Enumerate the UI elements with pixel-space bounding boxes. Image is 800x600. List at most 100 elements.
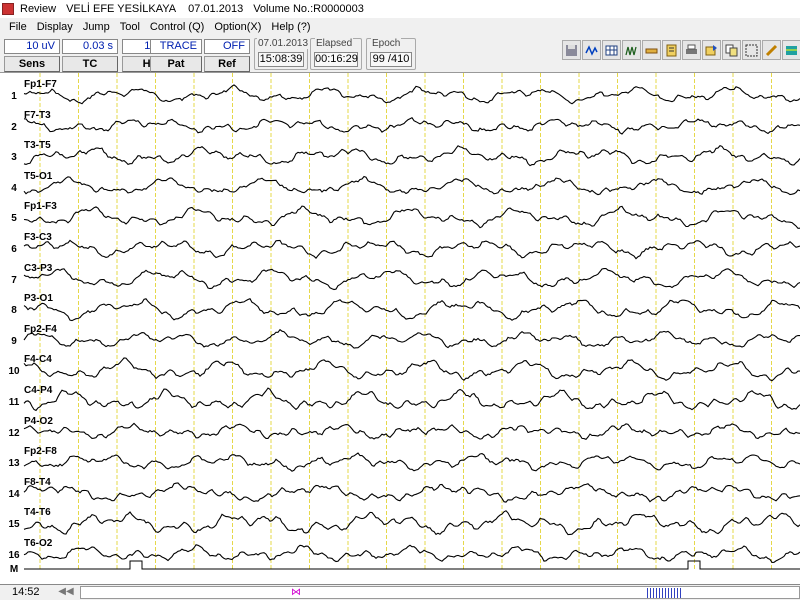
title-bar: Review VELİ EFE YESİLKAYA 07.01.2013 Vol…	[0, 0, 800, 18]
channel-number-15: 15	[8, 519, 20, 531]
eeg-trace-12	[23, 422, 800, 440]
notes-icon[interactable]	[662, 40, 681, 60]
menu-bar: File Display Jump Tool Control (Q) Optio…	[0, 18, 800, 35]
pat-button[interactable]: Pat	[150, 56, 202, 72]
marker-channel-line	[24, 560, 800, 570]
app-icon	[2, 3, 14, 15]
menu-jump[interactable]: Jump	[78, 21, 115, 33]
print-icon[interactable]	[682, 40, 701, 60]
spectrum-icon[interactable]	[782, 40, 800, 60]
pattern-value[interactable]: TRACE	[150, 39, 202, 54]
date-time-panel: 07.01.2013 15:08:39	[254, 38, 310, 70]
epoch-readout[interactable]: 99 /410	[370, 52, 412, 67]
menu-option[interactable]: Option(X)	[209, 21, 266, 33]
eeg-trace-2	[23, 116, 800, 135]
tc-button[interactable]: TC	[62, 56, 118, 72]
channel-label-8: P3-O1	[24, 293, 53, 305]
pattern-control: TRACE Pat	[150, 39, 202, 72]
channel-label-5: Fp1-F3	[24, 201, 57, 213]
channel-label-16: T6-O2	[24, 538, 53, 549]
channel-number-3: 3	[11, 152, 17, 164]
sensitivity-value[interactable]: 10 uV	[4, 39, 60, 54]
channel-number-12: 12	[8, 427, 20, 439]
page-time: 14:52	[12, 586, 40, 598]
eeg-traces-svg	[23, 73, 800, 570]
menu-help[interactable]: Help (?)	[266, 21, 315, 33]
channel-number-11: 11	[8, 397, 20, 408]
eeg-trace-4	[23, 175, 800, 196]
channel-label-7: C3-P3	[24, 262, 53, 274]
elapsed-label: Elapsed	[315, 38, 354, 49]
save-icon[interactable]	[562, 40, 581, 60]
menu-display[interactable]: Display	[32, 21, 78, 33]
channel-label-4: T5-O1	[24, 170, 53, 182]
menu-control[interactable]: Control (Q)	[145, 21, 209, 33]
grid-icon[interactable]	[602, 40, 621, 60]
epoch-panel: Epoch 99 /410	[366, 38, 416, 70]
channel-label-9: Fp2-F4	[24, 323, 57, 335]
eeg-trace-7	[23, 267, 800, 291]
eeg-trace-8	[23, 298, 800, 322]
time-constant-value[interactable]: 0.03 s	[62, 39, 118, 54]
eeg-trace-10	[23, 357, 800, 382]
channel-number-16: 16	[8, 550, 20, 561]
menu-file[interactable]: File	[4, 21, 32, 33]
menu-tool[interactable]: Tool	[115, 21, 145, 33]
status-bar: 14:52 ◀◀ ⋈	[0, 584, 800, 600]
eeg-trace-15	[23, 510, 800, 536]
date-label: 07.01.2013	[257, 38, 310, 49]
channel-number-9: 9	[11, 335, 17, 347]
channel-number-5: 5	[11, 213, 17, 225]
channel-number-14: 14	[8, 488, 20, 500]
eeg-trace-6	[23, 239, 800, 260]
channel-number-10: 10	[8, 366, 20, 378]
channel-label-2: F7-T3	[24, 109, 51, 121]
channel-label-13: Fp2-F8	[24, 446, 57, 458]
reference-value[interactable]: OFF	[204, 39, 250, 54]
ref-button[interactable]: Ref	[204, 56, 250, 72]
marker-channel-label: M	[9, 564, 19, 575]
channel-label-10: F4-C4	[24, 354, 52, 366]
elapsed-readout: 00:16:29	[314, 52, 358, 67]
eeg-trace-16	[23, 544, 800, 563]
elapsed-panel: Elapsed 00:16:29	[310, 38, 362, 70]
channel-label-3: T3-T5	[24, 140, 51, 152]
channel-label-12: P4-O2	[24, 415, 53, 427]
marker-icon[interactable]	[762, 40, 781, 60]
sensitivity-control: 10 uV Sens	[4, 39, 60, 72]
time-constant-control: 0.03 s TC	[62, 39, 118, 72]
channel-number-13: 13	[8, 458, 20, 470]
select-icon[interactable]	[742, 40, 761, 60]
channel-number-7: 7	[11, 274, 17, 286]
eeg-trace-5	[23, 205, 800, 229]
channel-label-15: T4-T6	[24, 507, 51, 519]
position-marker[interactable]: ⋈	[291, 588, 301, 598]
channel-label-11: C4-P4	[24, 385, 53, 396]
channel-number-2: 2	[11, 121, 17, 133]
clock-readout: 15:08:39	[258, 52, 304, 67]
eeg-trace-11	[23, 387, 800, 412]
eeg-trace-3	[23, 145, 800, 167]
eeg-trace-1	[23, 84, 800, 105]
montage-icon[interactable]	[582, 40, 601, 60]
position-track[interactable]: ⋈	[80, 586, 800, 599]
filter-icon[interactable]	[622, 40, 641, 60]
window-title-app: Review	[20, 3, 57, 15]
eeg-trace-14	[23, 482, 800, 503]
eeg-trace-9	[23, 328, 800, 349]
copy-icon[interactable]	[722, 40, 741, 60]
measure-icon[interactable]	[642, 40, 661, 60]
eeg-trace-area[interactable]: Fp1-F7 1 F7-T3 2 T3-T5 3 T5-O1 4 Fp1-F3 5 F3-C3 6 C3…	[0, 73, 800, 583]
channel-label-1: Fp1-F7	[24, 79, 57, 90]
window-title-volume: Volume No.:R0000003	[253, 3, 364, 15]
tool-icons	[562, 40, 800, 60]
rewind-icon[interactable]: ◀◀	[58, 585, 74, 599]
sens-button[interactable]: Sens	[4, 56, 60, 72]
export-icon[interactable]	[702, 40, 721, 60]
toolbar: 10 uV Sens 0.03 s TC 15 Hz HF TRACE Pat …	[0, 35, 800, 73]
channel-label-6: F3-C3	[24, 232, 52, 243]
channel-number-6: 6	[11, 244, 17, 255]
channel-number-1: 1	[11, 91, 17, 102]
window-title-patient: VELİ EFE YESİLKAYA	[66, 3, 177, 15]
event-ticks	[647, 588, 681, 598]
